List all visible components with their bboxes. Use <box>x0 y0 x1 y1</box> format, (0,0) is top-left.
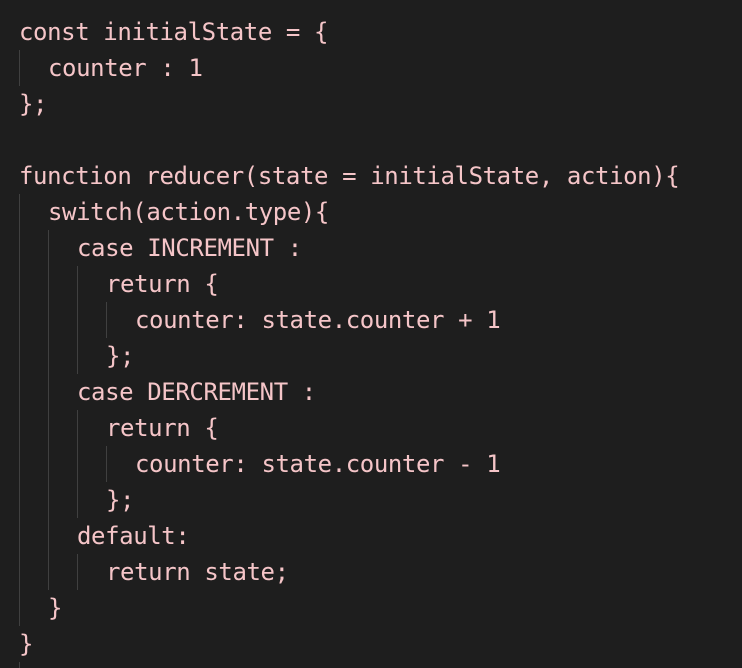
indent-guide <box>106 302 107 338</box>
indent-guide <box>77 266 78 374</box>
code-line-text: counter: state.counter - 1 <box>135 450 501 478</box>
code-line-text: }; <box>19 90 48 118</box>
code-line-text: return { <box>106 414 219 442</box>
code-line-text: counter: state.counter + 1 <box>135 306 501 334</box>
code-line-text: default: <box>77 522 190 550</box>
indent-guide <box>19 662 20 668</box>
code-line-text: const initialState = { <box>19 18 329 46</box>
code-line-text: case DERCREMENT : <box>77 378 316 406</box>
code-line-text: }; <box>106 342 135 370</box>
code-line-text: switch(action.type){ <box>48 198 329 226</box>
indent-guide <box>77 554 78 590</box>
code-line-text: return { <box>106 270 219 298</box>
code-line-text: }; <box>106 486 135 514</box>
indent-guide <box>19 50 20 86</box>
code-line-text: case INCREMENT : <box>77 234 302 262</box>
indent-guide <box>19 194 20 626</box>
indent-guide <box>106 446 107 482</box>
code-line-text: } <box>48 594 63 622</box>
indent-guide <box>48 230 49 590</box>
code-line-text: return state; <box>106 558 289 586</box>
code-editor[interactable]: const initialState = { counter : 1 }; fu… <box>0 0 742 668</box>
code-line-text: counter : 1 <box>48 54 203 82</box>
code-line-text: function reducer(state = initialState, a… <box>19 162 680 190</box>
code-line-text: } <box>19 630 34 658</box>
indent-guide <box>77 410 78 518</box>
